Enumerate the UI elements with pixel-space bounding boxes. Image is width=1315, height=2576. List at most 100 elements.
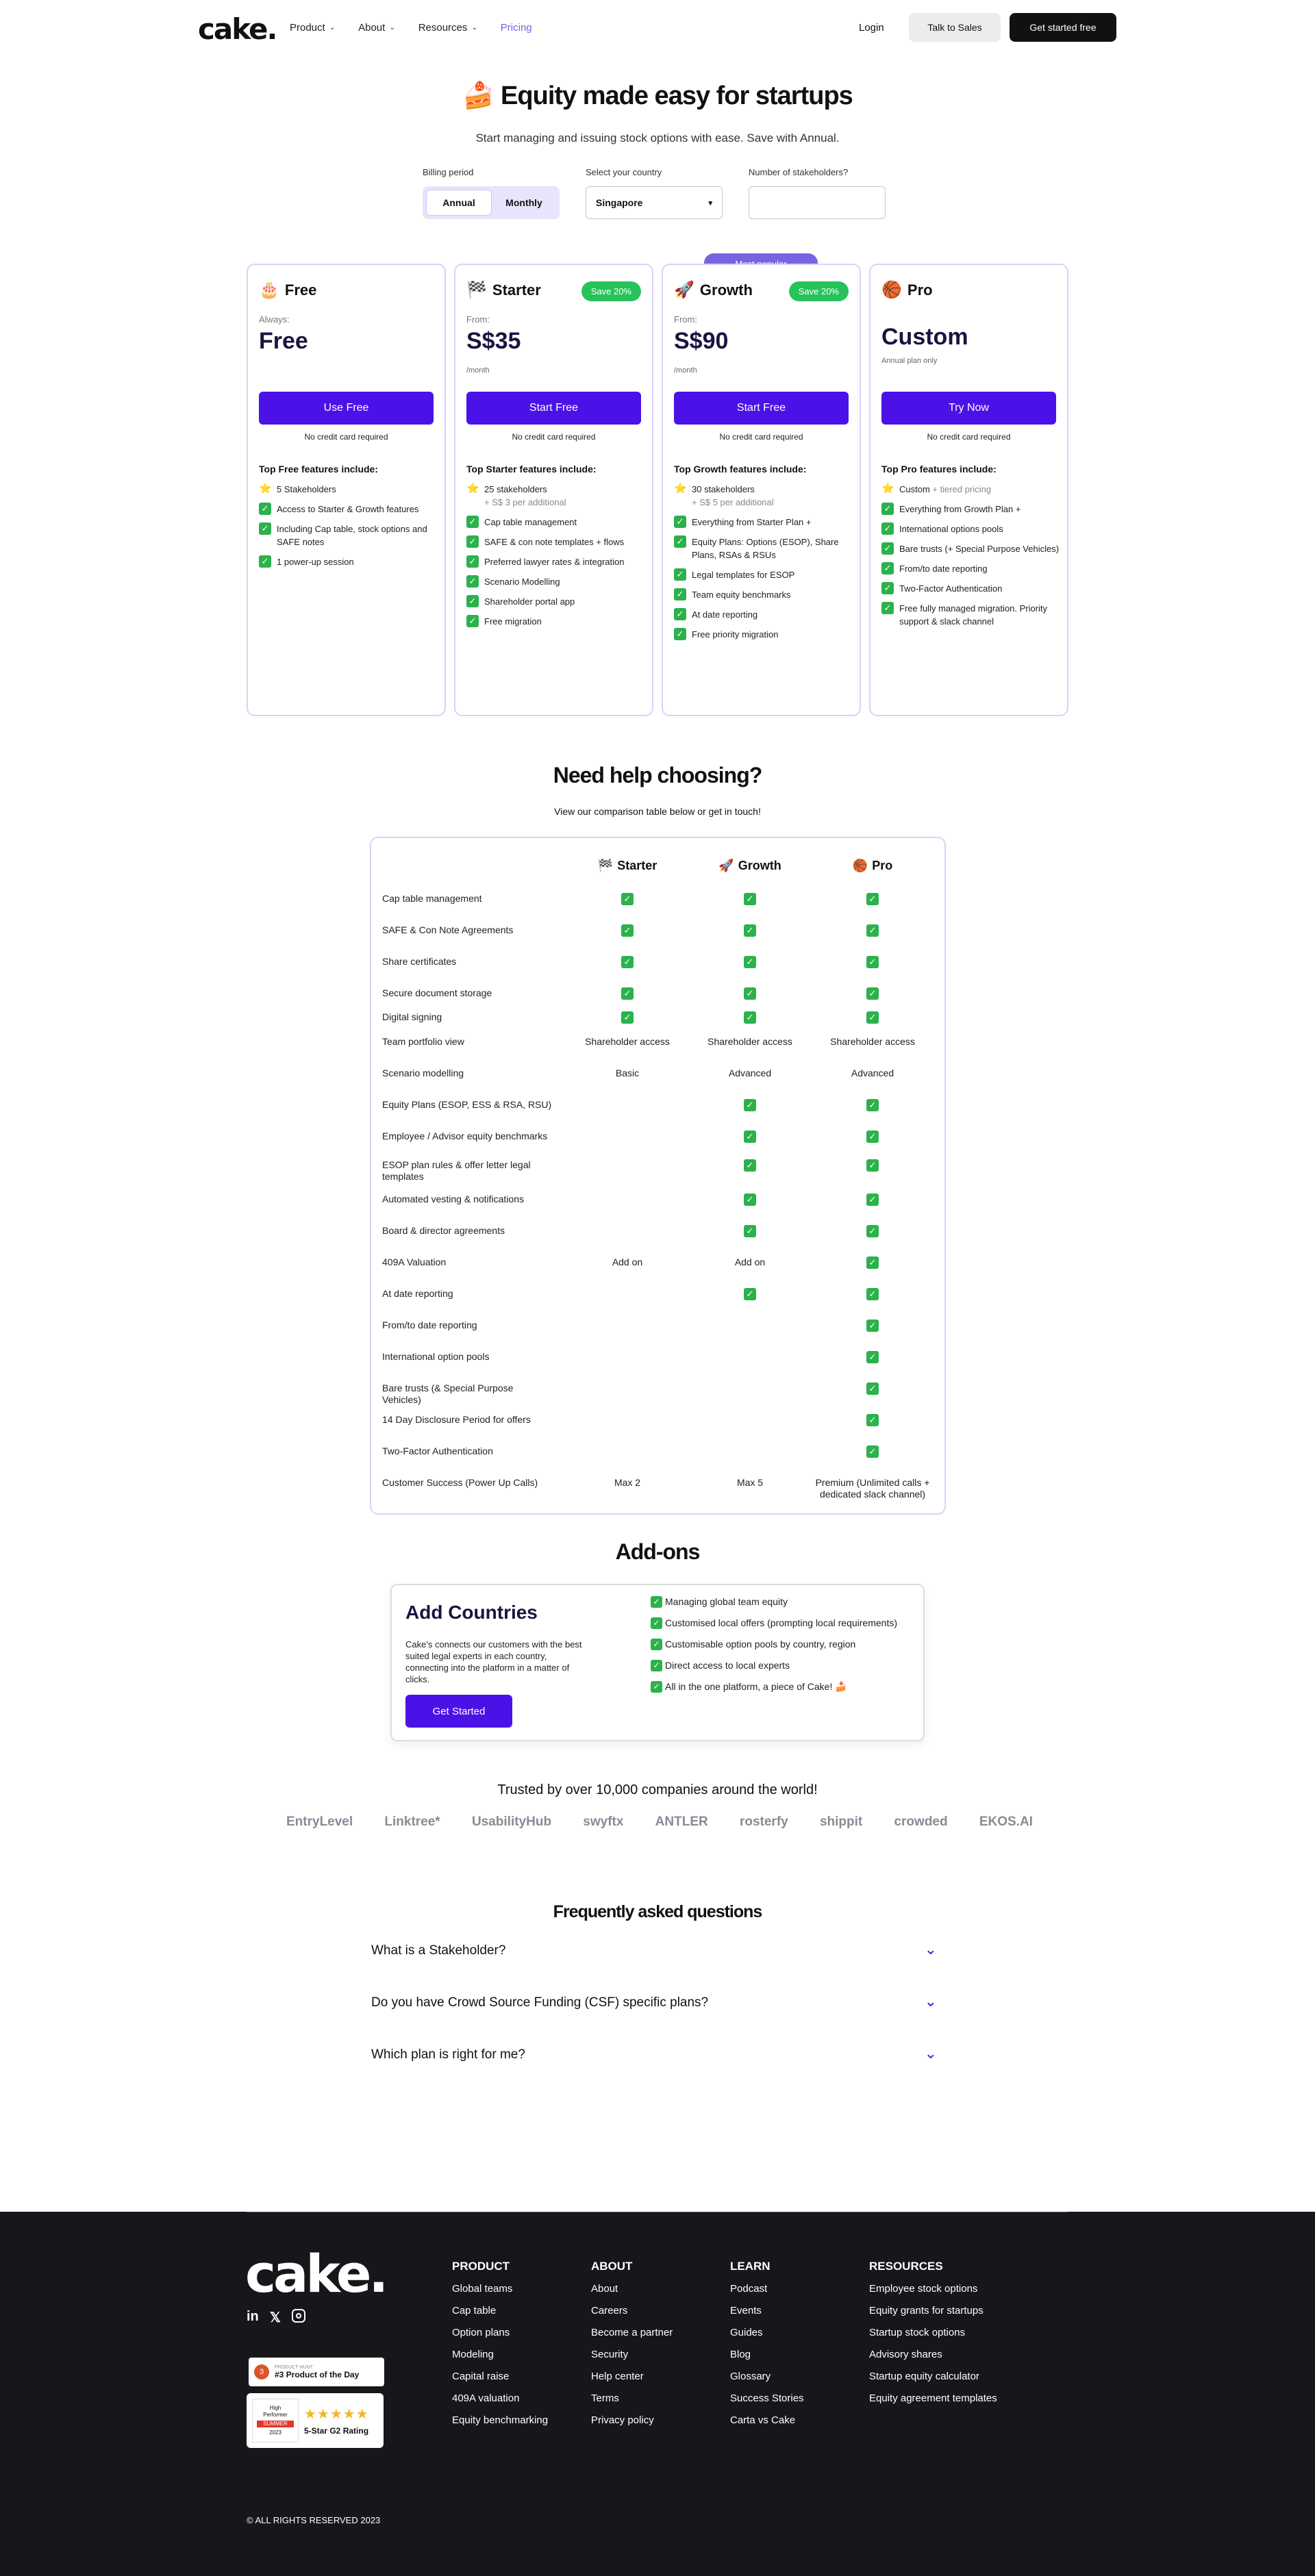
footer-logo[interactable]: cake. [245, 2243, 388, 2304]
addon-card-title: Add Countries [405, 1602, 538, 1623]
talk-to-sales-button[interactable]: Talk to Sales [909, 13, 1001, 42]
footer-link[interactable]: Terms [591, 2392, 673, 2404]
footer-link[interactable]: Equity benchmarking [452, 2414, 548, 2426]
try-now-button[interactable]: Try Now [881, 392, 1056, 425]
footer-link[interactable]: Glossary [730, 2371, 804, 2382]
footer-link[interactable]: Option plans [452, 2327, 548, 2338]
feature-sublabel: + tiered pricing [932, 484, 992, 494]
footer-link[interactable]: Success Stories [730, 2392, 804, 2404]
feature-label: Including Cap table, stock options and S… [277, 524, 427, 547]
feature-cell: ✓ [811, 987, 934, 1000]
nav-pricing[interactable]: Pricing [501, 22, 532, 34]
stakeholders-input[interactable] [749, 186, 886, 219]
comparison-row: Share certificates ✓ ✓ ✓ [382, 956, 937, 976]
feature-item: ✓ At date reporting [674, 608, 852, 621]
footer-link[interactable]: Global teams [452, 2283, 548, 2295]
faq-item[interactable]: Which plan is right for me? ⌄ [370, 2043, 945, 2071]
footer-link[interactable]: 409A valuation [452, 2392, 548, 2404]
start-free-button[interactable]: Start Free [466, 392, 641, 425]
footer-link[interactable]: Careers [591, 2305, 673, 2316]
instagram-icon[interactable] [291, 2309, 305, 2323]
footer-link[interactable]: Modeling [452, 2349, 548, 2360]
check-icon: ✓ [881, 503, 894, 515]
footer-link[interactable]: Cap table [452, 2305, 548, 2316]
login-link[interactable]: Login [859, 22, 884, 34]
footer-link[interactable]: About [591, 2283, 673, 2295]
feature-cell: ✓ [811, 924, 934, 937]
feature-label: Equity Plans: Options (ESOP), Share Plan… [692, 537, 839, 560]
nav-about[interactable]: About ⌄ [358, 22, 395, 34]
addons-title: Add-ons [615, 1539, 701, 1564]
check-icon: ✓ [866, 1445, 879, 1458]
feature-text: Free fully managed migration. Priority s… [899, 602, 1060, 628]
check-icon: ✓ [866, 1351, 879, 1363]
comparison-row: Cap table management ✓ ✓ ✓ [382, 893, 937, 913]
footer-link[interactable]: Equity grants for startups [869, 2305, 997, 2316]
feature-name: At date reporting [382, 1288, 453, 1299]
features-title: Top Free features include: [259, 464, 378, 475]
use-free-button[interactable]: Use Free [259, 392, 434, 425]
footer-link[interactable]: Blog [730, 2349, 804, 2360]
feature-cell: ✓ [688, 1159, 812, 1172]
basketball-icon: 🏀 [881, 281, 902, 299]
plan-card-starter: 🏁 Starter Save 20% From: S$35 /month Star… [454, 264, 653, 716]
faq-item[interactable]: Do you have Crowd Source Funding (CSF) s… [370, 1991, 945, 2019]
check-icon: ✓ [866, 924, 879, 937]
addon-card: Add Countries Cake's connects our custom… [390, 1584, 925, 1741]
footer-link[interactable]: Privacy policy [591, 2414, 673, 2426]
feature-text: From/to date reporting [899, 562, 988, 575]
linkedin-icon[interactable]: in [247, 2309, 259, 2326]
plan-price: S$35 [466, 328, 521, 354]
feature-list: ⭐ 30 stakeholders + S$ 5 per additional ✓ Ev… [674, 483, 852, 648]
feature-label: Bare trusts (+ Special Purpose Vehicles) [899, 544, 1060, 554]
feature-name: 409A Valuation [382, 1257, 447, 1267]
country-select[interactable]: Singapore ▾ [586, 186, 723, 219]
footer-link[interactable]: Podcast [730, 2283, 804, 2295]
footer-link[interactable]: Become a partner [591, 2327, 673, 2338]
faq-item[interactable]: What is a Stakeholder? ⌄ [370, 1939, 945, 1967]
footer-link[interactable]: Carta vs Cake [730, 2414, 804, 2426]
x-icon[interactable]: 𝕏 [270, 2309, 281, 2326]
feature-item: ✓ Including Cap table, stock options and … [259, 522, 437, 548]
badge-label: PRODUCT HUNT [275, 2364, 313, 2370]
check-icon: ✓ [674, 628, 686, 640]
footer-link[interactable]: Employee stock options [869, 2283, 997, 2295]
comparison-row: Automated vesting & notifications ✓ ✓ [382, 1194, 937, 1214]
start-free-button[interactable]: Start Free [674, 392, 849, 425]
badge-text: #3 Product of the Day [275, 2369, 360, 2379]
feature-text: International options pools [899, 522, 1003, 535]
footer-link[interactable]: Events [730, 2305, 804, 2316]
feature-list: ⭐ Custom + tiered pricing ✓ Everything from… [881, 483, 1060, 635]
feature-item: ✓ From/to date reporting [881, 562, 1060, 575]
feature-item: ✓ Cap table management [466, 516, 644, 529]
billing-monthly[interactable]: Monthly [491, 190, 557, 216]
get-started-button[interactable]: Get Started [405, 1695, 512, 1728]
page-subtitle: Start managing and issuing stock options… [475, 131, 840, 144]
footer-link[interactable]: Security [591, 2349, 673, 2360]
star-icon: ⭐ [259, 483, 272, 494]
comparison-row: Team portfolio view Shareholder access Sha… [382, 1036, 937, 1057]
footer-link[interactable]: Startup equity calculator [869, 2371, 997, 2382]
footer-link[interactable]: Help center [591, 2371, 673, 2382]
footer-link[interactable]: Startup stock options [869, 2327, 997, 2338]
footer-link[interactable]: Guides [730, 2327, 804, 2338]
comparison-table: 🏁 Starter 🚀 Growth 🏀 Pro Cap table manageme… [370, 837, 946, 1515]
basketball-icon: 🏀 [852, 859, 868, 872]
g2-badge[interactable]: High Performer SUMMER 2023 ★★★★★ 5-Star … [247, 2393, 384, 2448]
customer-logo: crowded [894, 1815, 948, 1829]
plan-name: Pro [907, 281, 933, 299]
nav-resources[interactable]: Resources ⌄ [418, 22, 477, 34]
check-icon: ✓ [674, 588, 686, 601]
check-icon: ✓ [881, 542, 894, 555]
footer-link[interactable]: Capital raise [452, 2371, 548, 2382]
logo[interactable]: cake. [198, 12, 277, 46]
rocket-icon: 🚀 [718, 859, 734, 872]
get-started-button[interactable]: Get started free [1010, 13, 1116, 42]
nav-product[interactable]: Product ⌄ [290, 22, 335, 34]
check-icon: ✓ [866, 1131, 879, 1143]
billing-annual[interactable]: Annual [426, 190, 492, 216]
product-hunt-badge[interactable]: 3 PRODUCT HUNT #3 Product of the Day [249, 2358, 384, 2386]
feature-text: 30 stakeholders + S$ 5 per additional [692, 483, 774, 509]
footer-link[interactable]: Equity agreement templates [869, 2392, 997, 2404]
footer-link[interactable]: Advisory shares [869, 2349, 997, 2360]
